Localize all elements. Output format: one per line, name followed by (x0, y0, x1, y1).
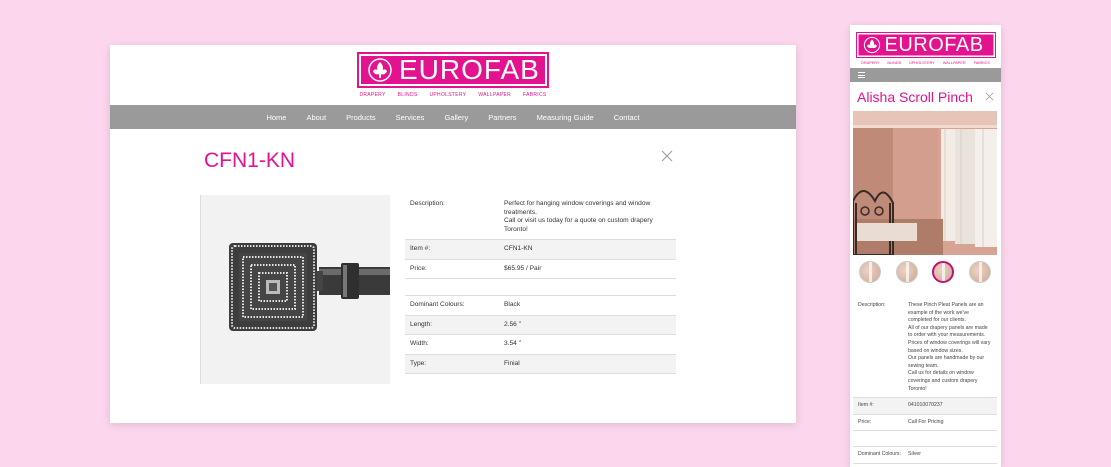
category-wallpaper[interactable]: WALLPAPER (478, 92, 511, 98)
bedroom-photo (853, 111, 997, 255)
nav-services[interactable]: Services (386, 113, 435, 122)
category-wallpaper[interactable]: WALLPAPER (943, 61, 966, 65)
eurofab-logo[interactable]: EUROFAB (357, 52, 549, 88)
product-photo (853, 111, 997, 255)
nav-measuring-guide[interactable]: Measuring Guide (527, 113, 604, 122)
spec-row-length: Length: 2.56 " (405, 315, 676, 335)
mobile-header-logo-area: EUROFAB DRAPERY BLINDS UPHOLSTERY WALLPA… (850, 32, 1001, 65)
spec-label: Description: (858, 302, 886, 308)
category-fabrics[interactable]: FABRICS (523, 92, 547, 98)
spec-divider (853, 431, 997, 448)
finial-image (201, 195, 390, 384)
spec-row-item: Item #: CFN1-KN (405, 240, 676, 260)
mobile-spec-table: Description: These Pinch Pleat Panels ar… (853, 298, 997, 464)
nav-contact[interactable]: Contact (604, 113, 650, 122)
mobile-nav-bar (850, 68, 1001, 82)
spec-label: Price: (858, 418, 872, 425)
spec-value: Silver (908, 451, 921, 458)
product-title: CFN1-KN (204, 149, 296, 172)
spec-value: 041010070237 (908, 402, 943, 409)
product-title: Alisha Scroll Pinch (857, 89, 973, 105)
spec-value: Black (504, 301, 521, 308)
close-icon[interactable] (985, 92, 994, 101)
spec-row-description: Description: Perfect for hanging window … (405, 195, 676, 240)
spec-value: 2.56 " (504, 320, 522, 328)
thumbnail-4[interactable] (968, 261, 991, 283)
spec-label: Item #: (410, 245, 431, 252)
category-links: DRAPERY BLINDS UPHOLSTERY WALLPAPER FABR… (861, 61, 990, 65)
spec-row-colours: Dominant Colours: Black (405, 296, 676, 316)
spec-row-width: Width: 3.54 " (405, 335, 676, 355)
eurofab-logo[interactable]: EUROFAB (855, 32, 996, 58)
spec-value: These Pinch Pleat Panels are an example … (908, 302, 991, 392)
spec-divider (405, 279, 676, 296)
nav-partners[interactable]: Partners (478, 113, 526, 122)
category-drapery[interactable]: DRAPERY (359, 92, 385, 98)
category-blinds[interactable]: BLINDS (887, 61, 901, 65)
spec-value: Call For Pricing (908, 418, 944, 425)
thumbnail-3-active[interactable] (932, 261, 955, 283)
thumbnail-gallery (859, 261, 991, 283)
spec-label: Description: (410, 200, 445, 207)
thumbnail-1[interactable] (859, 261, 881, 283)
category-upholstery[interactable]: UPHOLSTERY (909, 61, 935, 65)
category-links: DRAPERY BLINDS UPHOLSTERY WALLPAPER FABR… (359, 92, 546, 98)
mobile-window: EUROFAB DRAPERY BLINDS UPHOLSTERY WALLPA… (850, 25, 1001, 467)
thumbnail-2[interactable] (895, 261, 918, 283)
category-drapery[interactable]: DRAPERY (861, 61, 879, 65)
spec-label: Item #: (858, 402, 874, 409)
spec-value: $65.95 / Pair (504, 264, 542, 272)
nav-gallery[interactable]: Gallery (434, 113, 478, 122)
header-logo-area: EUROFAB DRAPERY BLINDS UPHOLSTERY WALLPA… (110, 52, 796, 98)
close-icon[interactable] (661, 150, 673, 162)
brand-name: EUROFAB (884, 33, 984, 56)
spec-row-description: Description: These Pinch Pleat Panels ar… (853, 298, 997, 399)
spec-label: Dominant Colours: (410, 301, 465, 308)
main-nav: Home About Products Services Gallery Par… (110, 105, 796, 129)
category-upholstery[interactable]: UPHOLSTERY (430, 92, 467, 98)
spec-label: Length: (410, 320, 432, 328)
crest-icon (368, 58, 392, 82)
spec-label: Dominant Colours: (858, 451, 901, 458)
brand-name: EUROFAB (399, 54, 540, 85)
spec-row-type: Type: Finial (405, 354, 676, 374)
spec-row-item: Item #: 041010070237 (853, 398, 997, 415)
category-fabrics[interactable]: FABRICS (974, 61, 990, 65)
nav-home[interactable]: Home (256, 113, 296, 122)
spec-row-price: Price: Call For Pricing (853, 415, 997, 432)
crest-icon (863, 36, 880, 54)
spec-table: Description: Perfect for hanging window … (405, 195, 676, 374)
nav-products[interactable]: Products (336, 113, 386, 122)
spec-row-price: Price: $65.95 / Pair (405, 260, 676, 279)
nav-about[interactable]: About (296, 113, 336, 122)
spec-value: Perfect for hanging window coverings and… (504, 200, 653, 233)
spec-label: Type: (410, 359, 427, 367)
product-image (200, 195, 390, 384)
spec-value: Finial (504, 359, 520, 367)
spec-label: Price: (410, 264, 427, 272)
spec-label: Width: (410, 340, 429, 347)
desktop-window: EUROFAB DRAPERY BLINDS UPHOLSTERY WALLPA… (110, 45, 796, 423)
spec-value: CFN1-KN (504, 245, 533, 252)
hamburger-menu-icon[interactable] (858, 72, 865, 78)
spec-row-colours: Dominant Colours: Silver (853, 447, 997, 464)
category-blinds[interactable]: BLINDS (398, 92, 418, 98)
spec-value: 3.54 " (504, 340, 522, 347)
